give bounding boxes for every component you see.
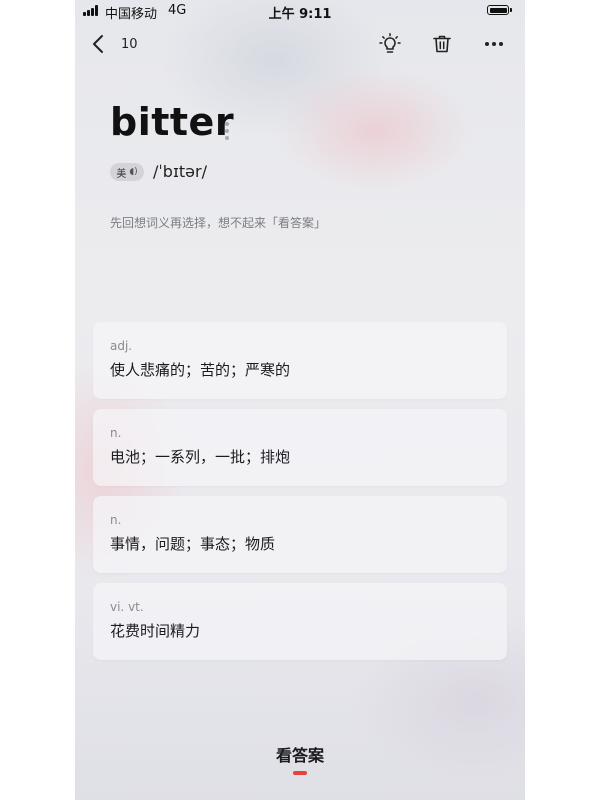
definition-text: 花费时间精力 (110, 622, 201, 640)
more-button[interactable] (480, 30, 508, 58)
back-button[interactable]: 10 (91, 30, 151, 58)
word-title: bitter (110, 100, 235, 144)
battery-icon (487, 5, 512, 15)
nav-bar: 10 (75, 26, 525, 62)
remaining-count: 10 (121, 36, 138, 52)
hint-text: 先回想词义再选择，想不起来「看答案」 (110, 216, 327, 230)
definition-option-4[interactable]: vi. vt. 花费时间精力 (93, 583, 507, 660)
definition-option-2[interactable]: n. 电池；一系列，一批；排炮 (93, 409, 507, 486)
part-of-speech: n. (110, 513, 122, 527)
part-of-speech: vi. vt. (110, 600, 144, 614)
definition-option-3[interactable]: n. 事情，问题；事态；物质 (93, 496, 507, 573)
show-answer-button[interactable]: 看答案 (75, 742, 525, 766)
pronunciation-button[interactable]: 美 ◖) (110, 163, 144, 181)
back-chevron-icon (93, 35, 103, 53)
definition-text: 使人悲痛的；苦的；严寒的 (110, 361, 291, 379)
lightbulb-icon (379, 33, 401, 53)
trash-icon (433, 35, 451, 53)
app-screen: 中国移动 4G 上午 9:11 10 bitter 美 ◖) /ˈbɪtər/ … (75, 0, 525, 800)
definition-option-1[interactable]: adj. 使人悲痛的；苦的；严寒的 (93, 322, 507, 399)
delete-button[interactable] (428, 30, 456, 58)
definition-text: 事情，问题；事态；物质 (110, 535, 276, 553)
part-of-speech: n. (110, 426, 122, 440)
status-time: 上午 9:11 (268, 7, 332, 22)
phonetic-text: /ˈbɪtər/ (153, 162, 207, 181)
part-of-speech: adj. (110, 339, 133, 353)
pronunciation-region: 美 (116, 168, 127, 180)
word-handle-icon[interactable] (225, 122, 229, 143)
definition-text: 电池；一系列，一批；排炮 (110, 448, 291, 466)
hint-button[interactable] (376, 30, 404, 58)
more-icon (485, 42, 503, 46)
status-bar: 中国移动 4G 上午 9:11 (75, 0, 525, 22)
speaker-icon: ◖) (129, 167, 138, 177)
show-answer-indicator (293, 771, 307, 775)
